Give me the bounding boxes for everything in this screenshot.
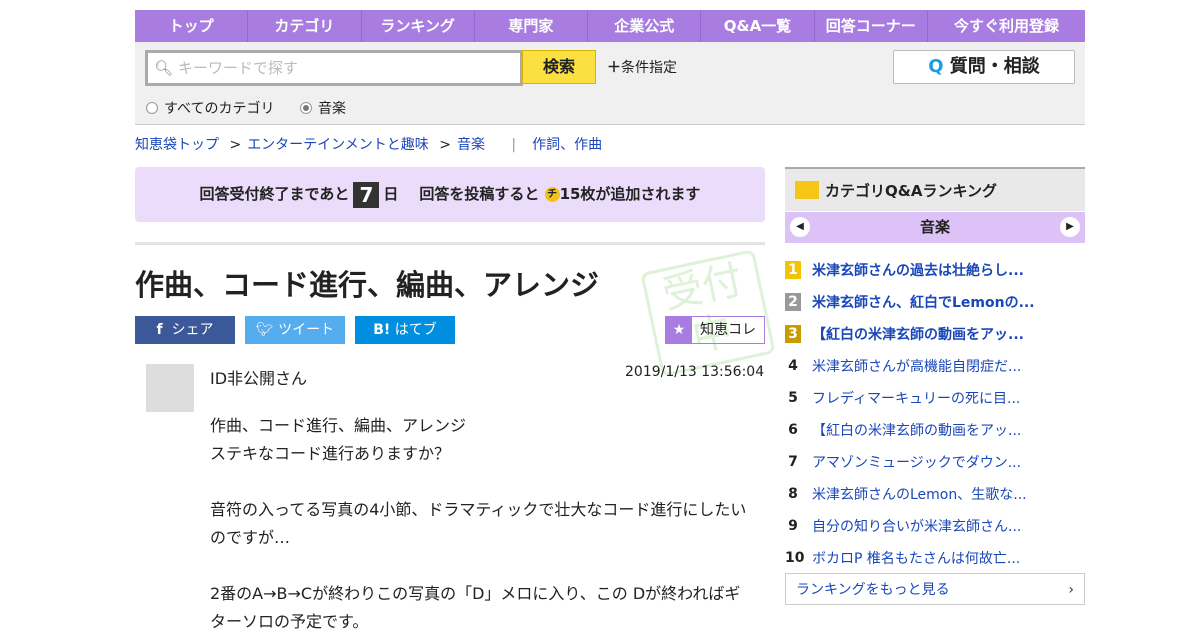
post-date: 2019/1/13 13:56:04 bbox=[625, 364, 765, 380]
rank-number: 4 bbox=[788, 358, 798, 374]
nav-official[interactable]: 企業公式 bbox=[588, 10, 702, 42]
nav-answer-corner[interactable]: 回答コーナー bbox=[815, 10, 928, 42]
ranking-item-title: アマゾンミュージックでダウン... bbox=[812, 455, 1022, 471]
ranking-item[interactable]: 3 【紅白の米津玄師の動画をアッ... bbox=[785, 318, 1085, 350]
top-nav: トップ カテゴリ ランキング 専門家 企業公式 Q&A一覧 回答コーナー 今すぐ… bbox=[135, 10, 1085, 42]
rank-number: 3 bbox=[785, 325, 801, 343]
ranking-item[interactable]: 9 自分の知り合いが米津玄師さん... bbox=[785, 510, 1085, 542]
breadcrumb-composition[interactable]: 作詞、作曲 bbox=[532, 137, 602, 153]
coin-icon: チ bbox=[544, 187, 560, 202]
star-icon: ★ bbox=[666, 317, 692, 343]
rank-number: 10 bbox=[785, 550, 805, 566]
ranking-item[interactable]: 10 ボカロP 椎名もたさんは何故亡... bbox=[785, 542, 1085, 574]
conditions-link[interactable]: ＋条件指定 bbox=[607, 57, 677, 77]
breadcrumb-top[interactable]: 知恵袋トップ bbox=[135, 137, 219, 153]
ranking-list: 1 米津玄師さんの過去は壮絶らし... 2 米津玄師さん、紅白でLemonの... 3 【… bbox=[785, 254, 1085, 574]
search-button[interactable]: 検索 bbox=[522, 50, 596, 84]
ranking-item-title: 米津玄師さんの過去は壮絶らし... bbox=[812, 263, 1024, 279]
rank-number: 9 bbox=[788, 518, 798, 534]
nav-register[interactable]: 今すぐ利用登録 bbox=[928, 10, 1085, 42]
q-icon: Q bbox=[928, 56, 944, 77]
accepting-stamp: 受付中 bbox=[640, 249, 776, 377]
question-body: 作曲、コード進行、編曲、アレンジ ステキなコード進行ありますか？ 音符の入ってる… bbox=[210, 416, 747, 631]
deadline-notice: 回答受付終了まであと 7 日 回答を投稿すると チ 15枚が追加されます bbox=[135, 167, 765, 222]
search-icon: 🔍︎ bbox=[154, 59, 174, 77]
ask-question-button[interactable]: Q 質問・相談 bbox=[893, 50, 1075, 84]
question-title: 作曲、コード進行、編曲、アレンジ bbox=[135, 268, 600, 302]
nav-experts[interactable]: 専門家 bbox=[475, 10, 589, 42]
ranking-item-title: 米津玄師さんが高機能自閉症だ... bbox=[812, 359, 1022, 375]
next-arrow-icon[interactable]: ▶ bbox=[1060, 217, 1080, 237]
divider bbox=[135, 242, 765, 245]
crown-icon bbox=[795, 181, 819, 199]
ranking-category: ◀ 音楽 ▶ bbox=[785, 212, 1085, 243]
ranking-item-title: 自分の知り合いが米津玄師さん... bbox=[812, 519, 1022, 535]
nav-top[interactable]: トップ bbox=[135, 10, 249, 42]
ranking-item[interactable]: 2 米津玄師さん、紅白でLemonの... bbox=[785, 286, 1085, 318]
radio-all-categories[interactable]: すべてのカテゴリ bbox=[146, 98, 274, 118]
hatebu-icon: B! bbox=[373, 322, 391, 338]
search-input[interactable]: 🔍︎ キーワードで探す bbox=[145, 50, 523, 86]
facebook-share-button[interactable]: f シェア bbox=[135, 316, 235, 344]
rank-number: 5 bbox=[788, 390, 798, 406]
chevron-right-icon: › bbox=[1068, 582, 1074, 598]
rank-number: 2 bbox=[785, 293, 801, 311]
more-ranking-link[interactable]: ランキングをもっと見る › bbox=[785, 573, 1085, 605]
user-name: ID非公開さん bbox=[210, 369, 308, 388]
nav-qa-list[interactable]: Q&A一覧 bbox=[701, 10, 815, 42]
chie-kore-button[interactable]: ★ 知恵コレ bbox=[665, 316, 765, 344]
ranking-item-title: 米津玄師さんのLemon、生歌な... bbox=[812, 487, 1027, 503]
rank-number: 7 bbox=[788, 454, 798, 470]
prev-arrow-icon[interactable]: ◀ bbox=[790, 217, 810, 237]
breadcrumb: 知恵袋トップ > エンターテインメントと趣味 > 音楽 | 作詞、作曲 bbox=[135, 137, 603, 153]
twitter-icon: 🐦︎ bbox=[255, 322, 274, 338]
ranking-item[interactable]: 4 米津玄師さんが高機能自閉症だ... bbox=[785, 350, 1085, 382]
rank-number: 8 bbox=[788, 486, 798, 502]
hatebu-button[interactable]: B! はてブ bbox=[355, 316, 455, 344]
ranking-item[interactable]: 8 米津玄師さんのLemon、生歌な... bbox=[785, 478, 1085, 510]
ranking-item-title: ボカロP 椎名もたさんは何故亡... bbox=[812, 551, 1021, 567]
rank-number: 6 bbox=[788, 422, 798, 438]
breadcrumb-music[interactable]: 音楽 bbox=[457, 137, 485, 153]
plus-icon: ＋ bbox=[607, 60, 621, 76]
ranking-item-title: フレディマーキュリーの死に目... bbox=[812, 391, 1021, 407]
ranking-header: カテゴリQ&Aランキング bbox=[785, 167, 1085, 211]
rank-number: 1 bbox=[785, 261, 801, 279]
ranking-item[interactable]: 6 【紅白の米津玄師の動画をアッ... bbox=[785, 414, 1085, 446]
ranking-item-title: 【紅白の米津玄師の動画をアッ... bbox=[812, 327, 1024, 343]
nav-category[interactable]: カテゴリ bbox=[248, 10, 362, 42]
facebook-icon: f bbox=[156, 322, 163, 338]
ranking-item[interactable]: 7 アマゾンミュージックでダウン... bbox=[785, 446, 1085, 478]
radio-music[interactable]: 音楽 bbox=[300, 98, 346, 118]
breadcrumb-entertainment[interactable]: エンターテインメントと趣味 bbox=[247, 137, 429, 153]
ranking-item-title: 【紅白の米津玄師の動画をアッ... bbox=[812, 423, 1022, 439]
ranking-item[interactable]: 1 米津玄師さんの過去は壮絶らし... bbox=[785, 254, 1085, 286]
nav-ranking[interactable]: ランキング bbox=[362, 10, 475, 42]
search-bar: 🔍︎ キーワードで探す 検索 ＋条件指定 Q 質問・相談 すべてのカテゴリ 音楽 bbox=[135, 42, 1085, 125]
ranking-item-title: 米津玄師さん、紅白でLemonの... bbox=[812, 295, 1035, 311]
tweet-button[interactable]: 🐦︎ ツイート bbox=[245, 316, 345, 344]
avatar bbox=[146, 364, 194, 412]
ranking-item[interactable]: 5 フレディマーキュリーの死に目... bbox=[785, 382, 1085, 414]
